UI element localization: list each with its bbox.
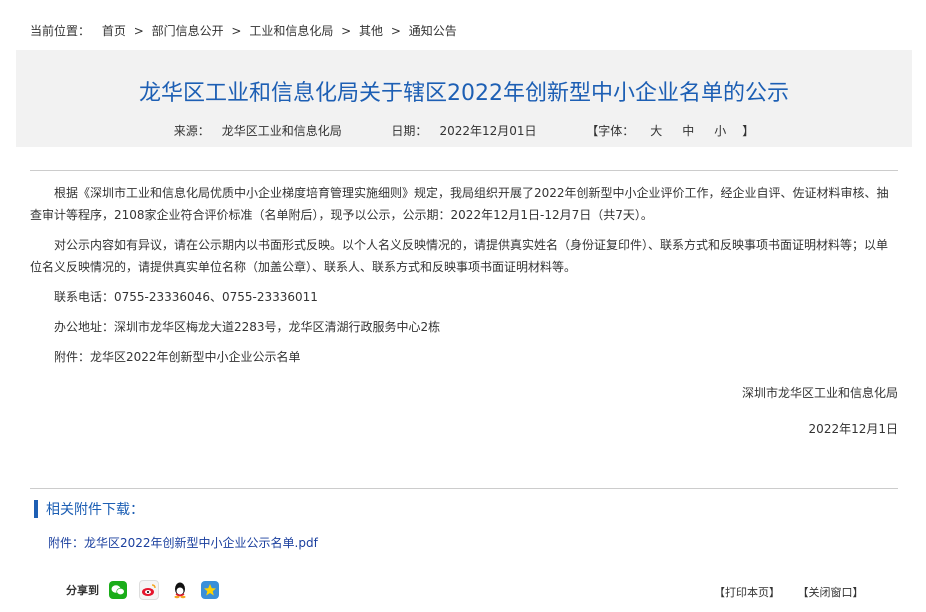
share-bar: 分享到	[66, 580, 231, 600]
source-label: 来源：	[173, 124, 210, 138]
font-size-medium-button[interactable]: 中	[678, 124, 698, 138]
close-window-button[interactable]: 【关闭窗口】	[798, 586, 864, 599]
date-label: 日期：	[391, 124, 428, 138]
breadcrumb-separator: >	[390, 24, 401, 38]
office-address: 办公地址：深圳市龙华区梅龙大道2283号，龙华区清湖行政服务中心2栋	[54, 320, 441, 334]
font-size-large-button[interactable]: 大	[646, 124, 666, 138]
qq-icon[interactable]	[171, 581, 189, 599]
content-divider	[30, 170, 898, 171]
page-actions: 【打印本页】 【关闭窗口】	[700, 584, 864, 600]
print-button[interactable]: 【打印本页】	[714, 586, 780, 599]
attachments-header-label: 相关附件下载：	[46, 502, 144, 518]
attachments-header: 相关附件下载：	[34, 500, 144, 518]
breadcrumb: 当前位置： 首页 > 部门信息公开 > 工业和信息化局 > 其他 > 通知公告	[30, 22, 457, 39]
breadcrumb-other[interactable]: 其他	[359, 24, 383, 38]
paragraph-basis: 根据《深圳市工业和信息化局优质中小企业梯度培育管理实施细则》规定，我局组织开展了…	[30, 186, 889, 222]
breadcrumb-dept-info[interactable]: 部门信息公开	[152, 24, 224, 38]
wechat-icon[interactable]	[109, 581, 127, 599]
contact-phone: 联系电话：0755-23336046、0755-23336011	[54, 290, 318, 304]
breadcrumb-separator: >	[231, 24, 242, 38]
breadcrumb-separator: >	[133, 24, 144, 38]
attachment-note: 附件：龙华区2022年创新型中小企业公示名单	[54, 350, 301, 364]
source-value: 龙华区工业和信息化局	[221, 124, 342, 138]
breadcrumb-home[interactable]: 首页	[102, 24, 126, 38]
font-size-close: 】	[742, 124, 755, 138]
section-bar-icon	[34, 500, 38, 518]
qzone-icon[interactable]	[201, 581, 219, 599]
date-value: 2022年12月01日	[439, 124, 537, 138]
share-label: 分享到	[66, 584, 99, 597]
article-meta: 来源： 龙华区工业和信息化局 日期： 2022年12月01日 【字体： 大中小】	[16, 122, 912, 139]
breadcrumb-notices[interactable]: 通知公告	[409, 24, 457, 38]
signature-date: 2022年12月1日	[808, 422, 898, 436]
attachment-pdf-link[interactable]: 附件：龙华区2022年创新型中小企业公示名单.pdf	[48, 534, 318, 551]
signature-org: 深圳市龙华区工业和信息化局	[741, 386, 898, 400]
breadcrumb-industry-bureau[interactable]: 工业和信息化局	[249, 24, 333, 38]
font-size-label: 【字体：	[586, 124, 635, 138]
article-title: 龙华区工业和信息化局关于辖区2022年创新型中小企业名单的公示	[139, 81, 789, 106]
article-body: 根据《深圳市工业和信息化局优质中小企业梯度培育管理实施细则》规定，我局组织开展了…	[30, 182, 898, 440]
breadcrumb-separator: >	[341, 24, 352, 38]
paragraph-objection: 对公示内容如有异议，请在公示期内以书面形式反映。以个人名义反映情况的，请提供真实…	[30, 238, 889, 274]
attachments-divider	[30, 488, 898, 489]
breadcrumb-label: 当前位置：	[30, 24, 91, 38]
article-header: 龙华区工业和信息化局关于辖区2022年创新型中小企业名单的公示 来源： 龙华区工业…	[16, 50, 912, 147]
weibo-icon[interactable]	[139, 580, 159, 600]
font-size-small-button[interactable]: 小	[710, 124, 730, 138]
